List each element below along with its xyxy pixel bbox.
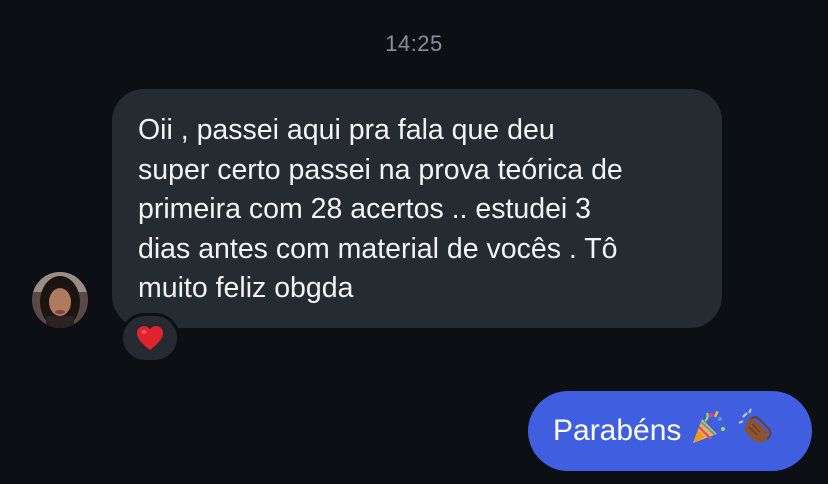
clapping-hands-icon	[735, 407, 775, 455]
message-timestamp: 14:25	[385, 31, 443, 56]
reaction-badge[interactable]	[120, 313, 180, 363]
chat-thread: 14:25 Oii , passei aqui pra fala que deu…	[0, 0, 828, 484]
heart-icon	[137, 326, 163, 350]
sender-avatar[interactable]	[32, 272, 88, 328]
party-popper-icon	[689, 409, 727, 453]
avatar-photo	[32, 272, 88, 328]
outgoing-message-bubble[interactable]: Parabéns	[528, 391, 812, 471]
outgoing-message-text: Parabéns	[553, 414, 682, 447]
incoming-message-bubble[interactable]: Oii , passei aqui pra fala que deu super…	[112, 89, 722, 328]
